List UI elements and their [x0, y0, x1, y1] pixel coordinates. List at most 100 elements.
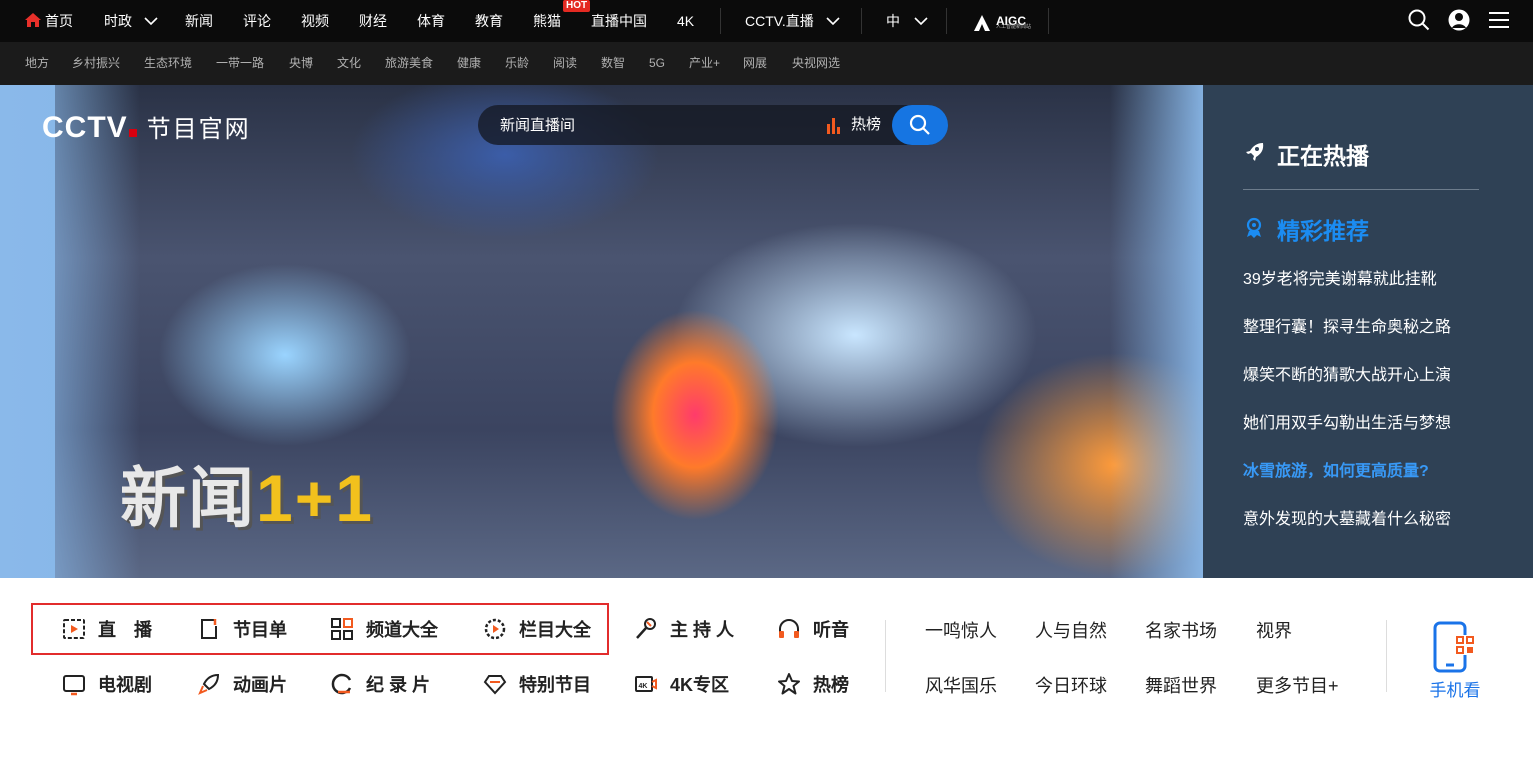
recommend-item[interactable]: 她们用双手勾勒出生活与梦想: [1243, 409, 1451, 433]
search-box: 热榜: [478, 105, 948, 145]
search-submit-button[interactable]: [892, 105, 948, 145]
nav-home[interactable]: 首页: [25, 0, 73, 42]
nav-jiaoyu[interactable]: 教育: [475, 0, 503, 42]
cctv-logo[interactable]: CCTV 节目官网: [42, 109, 251, 145]
subnav-item[interactable]: 地方: [25, 42, 49, 85]
nav-tv-series[interactable]: 电视剧: [62, 668, 152, 700]
user-avatar-icon: [1448, 9, 1470, 31]
tv-icon: [63, 675, 85, 696]
documentary-icon: [331, 673, 352, 695]
hot-badge: HOT: [563, 0, 591, 12]
rocket-icon: [198, 673, 220, 695]
nav-4k[interactable]: 4K: [677, 0, 694, 42]
recommend-item[interactable]: 意外发现的大墓藏着什么秘密: [1243, 505, 1451, 529]
divider: [861, 8, 862, 34]
divider: [720, 8, 721, 34]
nav-pinglun[interactable]: 评论: [243, 0, 271, 42]
program-link[interactable]: 今日环球: [1035, 672, 1107, 698]
subnav-item[interactable]: 产业+: [689, 42, 720, 85]
program-link[interactable]: 风华国乐: [925, 672, 997, 698]
search-button[interactable]: [1408, 0, 1430, 42]
recommend-item[interactable]: 冰雪旅游，如何更高质量?: [1243, 457, 1429, 481]
hot-rank-link[interactable]: 热榜: [851, 105, 881, 145]
hero-headline: 新闻1+1: [120, 461, 374, 535]
program-link[interactable]: 视界: [1256, 617, 1292, 643]
recommend-item[interactable]: 爆笑不断的猜歌大战开心上演: [1243, 361, 1451, 385]
top-nav-bar: 首页 时政 新闻 评论 视频 财经 体育 教育 熊猫 HOT 直播中国 4K C…: [0, 0, 1533, 42]
aigc-link[interactable]: AIGC 人工智能新闻站: [972, 0, 1031, 42]
divider: [1386, 620, 1387, 692]
language-select[interactable]: 中: [886, 0, 928, 42]
chevron-down-icon: [144, 17, 158, 26]
hamburger-menu-icon: [1489, 12, 1509, 28]
headphones-icon: [779, 619, 799, 638]
award-icon: [1246, 217, 1262, 238]
sub-nav-bar: 地方 乡村振兴 生态环境 一带一路 央博 文化 旅游美食 健康 乐龄 阅读 数智 5G 产业+ 网展 央视网…: [0, 42, 1533, 85]
nav-xiongmao[interactable]: 熊猫: [533, 0, 561, 42]
hot-rank-icon: [827, 118, 840, 134]
svg-text:4K: 4K: [639, 683, 648, 690]
search-icon: [1408, 9, 1430, 31]
subnav-item[interactable]: 网展: [743, 42, 767, 85]
program-link[interactable]: 更多节目+: [1256, 672, 1339, 698]
subnav-item[interactable]: 健康: [457, 42, 481, 85]
user-button[interactable]: [1448, 0, 1470, 42]
hero-banner[interactable]: CCTV节目官网 热榜 新闻1+1 正在热播 精彩推荐 39岁老将完美谢幕就此挂…: [0, 85, 1533, 578]
chevron-down-icon: [826, 17, 840, 26]
recommend-item[interactable]: 整理行囊！探寻生命奥秘之路: [1243, 313, 1451, 337]
divider: [885, 620, 886, 692]
subnav-item[interactable]: 数智: [601, 42, 625, 85]
nav-xinwen[interactable]: 新闻: [185, 0, 213, 42]
subnav-item[interactable]: 央博: [289, 42, 313, 85]
search-input[interactable]: [500, 105, 790, 145]
now-playing-panel: 正在热播 精彩推荐 39岁老将完美谢幕就此挂靴 整理行囊！探寻生命奥秘之路 爆笑不断…: [1203, 85, 1533, 578]
schedule-icon: [201, 619, 217, 639]
nav-shipin[interactable]: 视频: [301, 0, 329, 42]
nav-tiyu[interactable]: 体育: [417, 0, 445, 42]
nav-columns[interactable]: 栏目大全: [483, 613, 591, 645]
subnav-item[interactable]: 一带一路: [216, 42, 264, 85]
4k-icon: 4K: [635, 676, 657, 692]
recommend-item[interactable]: 39岁老将完美谢幕就此挂靴: [1243, 265, 1437, 289]
nav-audio[interactable]: 听音: [777, 613, 849, 645]
nav-cctv-live[interactable]: CCTV.直播: [745, 0, 840, 42]
subnav-item[interactable]: 5G: [649, 42, 665, 85]
nav-hosts[interactable]: 主 持 人: [634, 613, 734, 645]
divider: [946, 8, 947, 34]
gear-play-icon: [484, 618, 506, 640]
program-link[interactable]: 一鸣惊人: [925, 617, 997, 643]
nav-schedule[interactable]: 节目单: [197, 613, 287, 645]
program-link[interactable]: 名家书场: [1145, 617, 1217, 643]
grid-icon: [331, 618, 353, 640]
menu-button[interactable]: [1489, 0, 1509, 42]
nav-caijing[interactable]: 财经: [359, 0, 387, 42]
nav-special[interactable]: 特别节目: [483, 668, 591, 700]
subnav-item[interactable]: 乐龄: [505, 42, 529, 85]
diamond-icon: [483, 675, 507, 695]
subnav-item[interactable]: 央视网选: [792, 42, 840, 85]
nav-zhibo-china[interactable]: 直播中国: [591, 0, 647, 42]
rocket-icon: [1246, 143, 1264, 161]
program-link[interactable]: 舞蹈世界: [1145, 672, 1217, 698]
nav-shizheng[interactable]: 时政: [104, 0, 158, 42]
nav-hot-list[interactable]: 热榜: [777, 668, 849, 700]
nav-channels[interactable]: 频道大全: [330, 613, 438, 645]
aigc-logo-icon: [974, 15, 990, 31]
divider: [1048, 8, 1049, 34]
nav-4k-zone[interactable]: 4K 4K专区: [634, 668, 729, 700]
mobile-watch-link[interactable]: 手机看: [1426, 621, 1484, 701]
subnav-item[interactable]: 阅读: [553, 42, 577, 85]
star-icon: [778, 673, 800, 695]
chevron-down-icon: [914, 17, 928, 26]
panel-section-title: 精彩推荐: [1277, 218, 1369, 244]
nav-documentary[interactable]: 纪 录 片: [330, 668, 430, 700]
home-icon: [25, 13, 41, 27]
subnav-item[interactable]: 文化: [337, 42, 361, 85]
panel-title: 正在热播: [1277, 143, 1369, 169]
nav-animation[interactable]: 动画片: [197, 668, 287, 700]
subnav-item[interactable]: 旅游美食: [385, 42, 433, 85]
subnav-item[interactable]: 乡村振兴: [72, 42, 120, 85]
subnav-item[interactable]: 生态环境: [144, 42, 192, 85]
program-link[interactable]: 人与自然: [1035, 617, 1107, 643]
nav-live[interactable]: 直 播: [62, 613, 152, 645]
